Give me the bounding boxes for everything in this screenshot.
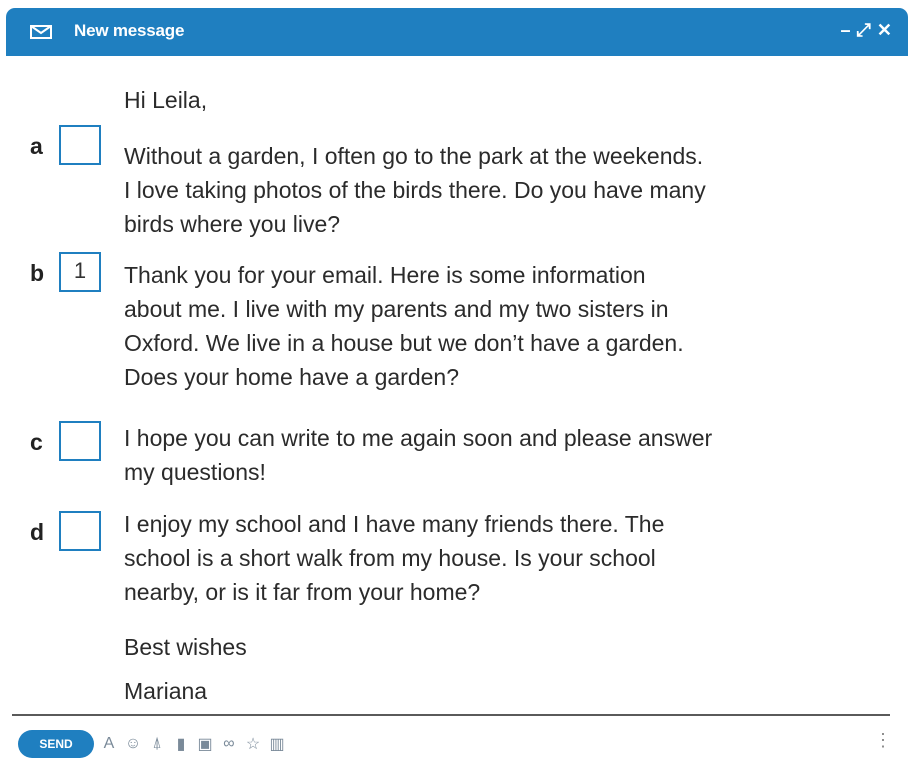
image-icon[interactable]: ▣ (196, 734, 214, 754)
item-letter-b: b (30, 260, 45, 286)
mail-icon (30, 25, 52, 39)
star-icon[interactable]: ☆ (244, 734, 262, 754)
window-controls: – ⤢ ✕ (840, 20, 892, 40)
expand-button[interactable]: ⤢ (857, 20, 871, 40)
paragraph-line: about me. I live with my parents and my … (124, 296, 669, 322)
paragraph-line: Does your home have a garden? (124, 364, 459, 390)
signature: Mariana (124, 678, 208, 704)
paragraph-line: my questions! (124, 459, 266, 485)
trash-icon[interactable]: ▥ (268, 734, 286, 754)
close-button[interactable]: ✕ (877, 20, 892, 40)
paragraph-line: Without a garden, I often go to the park… (124, 143, 704, 169)
paragraph-line: birds where you live? (124, 211, 341, 237)
answer-box-b[interactable]: 1 (59, 252, 101, 292)
more-options-icon[interactable]: ⋮ (874, 730, 892, 751)
answer-box-d[interactable] (59, 511, 101, 551)
item-letter-c: c (30, 429, 43, 455)
attach-icon[interactable]: ⍋ (148, 735, 166, 753)
format-text-icon[interactable]: A (100, 735, 118, 753)
item-letter-d: d (30, 519, 45, 545)
minimize-button[interactable]: – (840, 20, 850, 40)
send-button[interactable]: SEND (18, 730, 94, 758)
paragraph-d: I enjoy my school and I have many friend… (124, 507, 904, 609)
message-window: New message – ⤢ ✕ Hi Leila, a Without a g… (0, 0, 914, 769)
compose-toolbar: SEND A ☺ ⍋ ▮ ▣ ∞ ☆ ▥ (18, 730, 286, 758)
paragraph-line: I hope you can write to me again soon an… (124, 425, 713, 451)
paragraph-c: I hope you can write to me again soon an… (124, 421, 904, 489)
paragraph-line: school is a short walk from my house. Is… (124, 545, 656, 571)
divider (12, 714, 890, 716)
emoji-icon[interactable]: ☺ (124, 735, 142, 753)
answer-value: 1 (73, 258, 87, 283)
drive-icon[interactable]: ▮ (172, 734, 190, 754)
answer-box-c[interactable] (59, 421, 101, 461)
closing: Best wishes (124, 634, 247, 660)
title-bar: New message – ⤢ ✕ (6, 8, 908, 56)
paragraph-line: I love taking photos of the birds there.… (124, 177, 706, 203)
item-letter-a: a (30, 133, 43, 159)
link-icon[interactable]: ∞ (220, 735, 238, 753)
paragraph-line: I enjoy my school and I have many friend… (124, 511, 665, 537)
paragraph-a: Without a garden, I often go to the park… (124, 139, 904, 241)
window-title: New message (74, 21, 185, 40)
paragraph-line: nearby, or is it far from your home? (124, 579, 481, 605)
paragraph-line: Thank you for your email. Here is some i… (124, 262, 646, 288)
answer-box-a[interactable] (59, 125, 101, 165)
paragraph-b: Thank you for your email. Here is some i… (124, 258, 904, 394)
greeting: Hi Leila, (124, 87, 208, 113)
paragraph-line: Oxford. We live in a house but we don’t … (124, 330, 684, 356)
